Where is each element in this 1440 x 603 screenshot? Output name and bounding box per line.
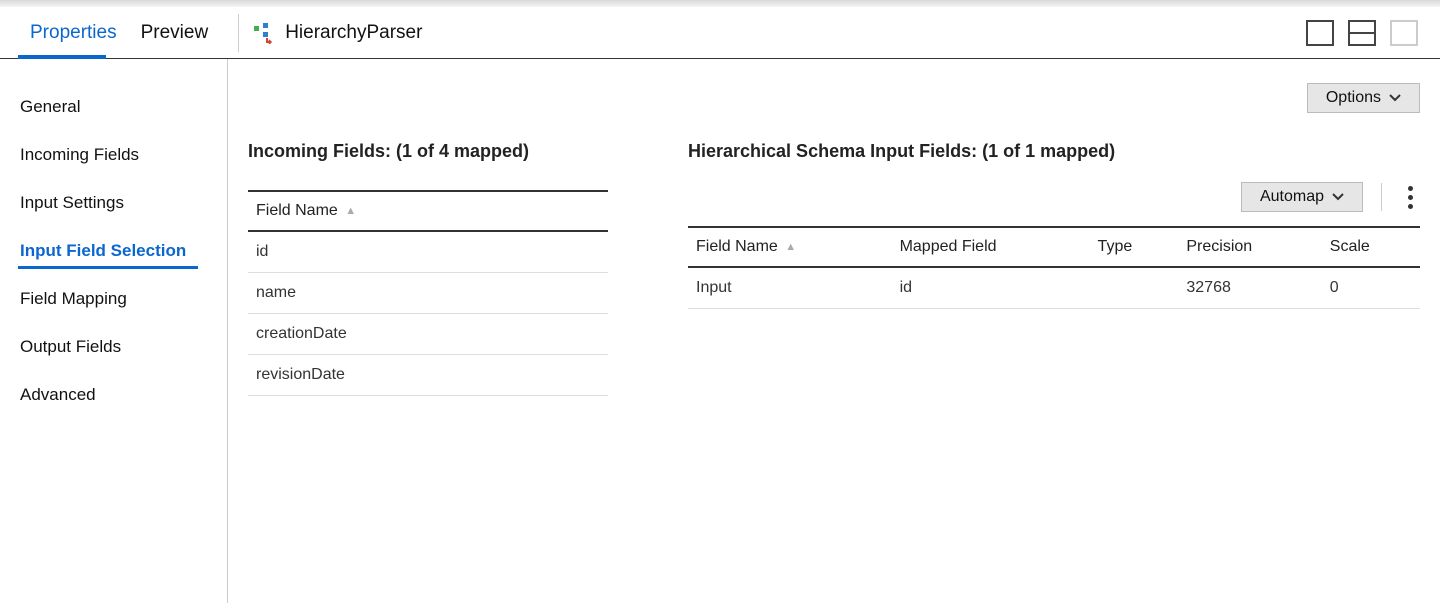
vertical-divider bbox=[1381, 183, 1382, 211]
table-row[interactable]: name bbox=[248, 273, 608, 314]
layout-blank-icon[interactable] bbox=[1390, 20, 1418, 46]
cell-mapped-field: id bbox=[892, 267, 1090, 309]
sidebar-item-input-settings[interactable]: Input Settings bbox=[0, 179, 227, 227]
options-label: Options bbox=[1326, 89, 1381, 107]
cell-field-name: name bbox=[248, 273, 608, 314]
column-header-precision[interactable]: Precision bbox=[1178, 227, 1321, 267]
tab-properties[interactable]: Properties bbox=[18, 7, 129, 58]
table-row[interactable]: revisionDate bbox=[248, 355, 608, 396]
header-tabs: Properties Preview bbox=[18, 7, 220, 58]
schema-fields-table: Field Name ▲ Mapped Field Type Precision… bbox=[688, 226, 1420, 309]
hierarchy-parser-icon bbox=[253, 22, 275, 44]
column-header-field-name[interactable]: Field Name ▲ bbox=[248, 191, 608, 231]
sort-ascending-icon: ▲ bbox=[785, 241, 796, 253]
sidebar-item-advanced[interactable]: Advanced bbox=[0, 371, 227, 419]
sidebar-item-field-mapping[interactable]: Field Mapping bbox=[0, 275, 227, 323]
cell-field-name: Input bbox=[688, 267, 892, 309]
incoming-fields-panel: Incoming Fields: (1 of 4 mapped) Field N… bbox=[248, 141, 668, 603]
column-header-label: Field Name bbox=[256, 202, 338, 219]
cell-field-name: creationDate bbox=[248, 314, 608, 355]
chevron-down-icon bbox=[1389, 92, 1401, 104]
table-row[interactable]: Input id 32768 0 bbox=[688, 267, 1420, 309]
column-header-mapped-field[interactable]: Mapped Field bbox=[892, 227, 1090, 267]
automap-button[interactable]: Automap bbox=[1241, 182, 1363, 212]
properties-sidebar: General Incoming Fields Input Settings I… bbox=[0, 59, 228, 603]
column-header-scale[interactable]: Scale bbox=[1322, 227, 1420, 267]
sidebar-item-incoming-fields[interactable]: Incoming Fields bbox=[0, 131, 227, 179]
cell-field-name: revisionDate bbox=[248, 355, 608, 396]
chevron-down-icon bbox=[1332, 191, 1344, 203]
layout-single-icon[interactable] bbox=[1306, 20, 1334, 46]
cell-type bbox=[1090, 267, 1179, 309]
automap-label: Automap bbox=[1260, 188, 1324, 206]
cell-field-name: id bbox=[248, 231, 608, 273]
sort-ascending-icon: ▲ bbox=[345, 205, 356, 217]
incoming-fields-table: Field Name ▲ id name creationDate revisi… bbox=[248, 190, 608, 396]
schema-fields-title: Hierarchical Schema Input Fields: (1 of … bbox=[688, 141, 1420, 162]
column-header-type[interactable]: Type bbox=[1090, 227, 1179, 267]
sidebar-item-input-field-selection[interactable]: Input Field Selection bbox=[0, 227, 227, 275]
column-header-field-name[interactable]: Field Name ▲ bbox=[688, 227, 892, 267]
table-row[interactable]: creationDate bbox=[248, 314, 608, 355]
layout-split-horizontal-icon[interactable] bbox=[1348, 20, 1376, 46]
layout-buttons bbox=[1306, 20, 1422, 46]
options-button[interactable]: Options bbox=[1307, 83, 1420, 113]
header-bar: Properties Preview HierarchyParser bbox=[0, 7, 1440, 59]
schema-fields-panel: Hierarchical Schema Input Fields: (1 of … bbox=[688, 141, 1420, 603]
cell-scale: 0 bbox=[1322, 267, 1420, 309]
sidebar-item-output-fields[interactable]: Output Fields bbox=[0, 323, 227, 371]
tab-preview[interactable]: Preview bbox=[129, 7, 221, 58]
incoming-fields-title: Incoming Fields: (1 of 4 mapped) bbox=[248, 141, 668, 162]
sidebar-item-general[interactable]: General bbox=[0, 83, 227, 131]
cell-precision: 32768 bbox=[1178, 267, 1321, 309]
column-header-label: Field Name bbox=[696, 238, 778, 255]
table-row[interactable]: id bbox=[248, 231, 608, 273]
node-title: HierarchyParser bbox=[285, 22, 422, 44]
vertical-divider bbox=[238, 14, 239, 52]
more-actions-icon[interactable] bbox=[1400, 185, 1420, 209]
content-area: Options Incoming Fields: (1 of 4 mapped)… bbox=[228, 59, 1440, 603]
